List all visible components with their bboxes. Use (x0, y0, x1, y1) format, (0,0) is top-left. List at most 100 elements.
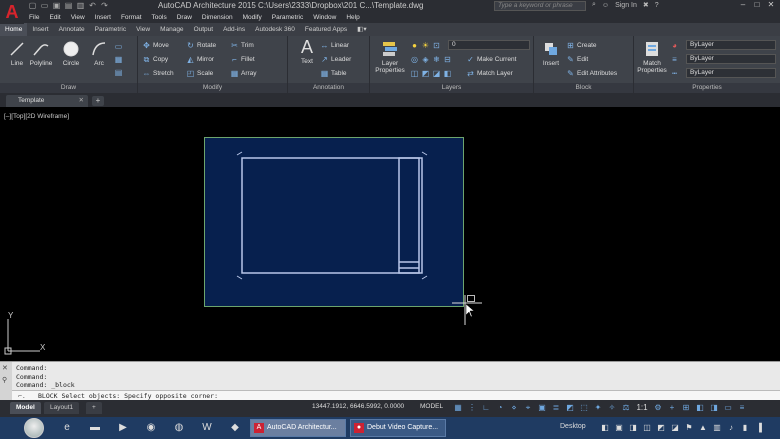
copy-tool[interactable]: ⧉ Copy (142, 53, 169, 65)
file-tab-template[interactable]: Template ✕ (6, 95, 88, 107)
polyline-tool[interactable]: Polyline (26, 40, 56, 67)
save-as-icon[interactable]: ▤ (64, 1, 73, 10)
start-button[interactable] (24, 418, 44, 438)
leader-tool[interactable]: ↗ Leader (320, 53, 351, 65)
tab-layout1[interactable]: Layout1 (44, 402, 80, 414)
tab-manage[interactable]: Manage (155, 23, 189, 36)
sun-icon[interactable]: ☀ (421, 41, 430, 50)
tray-app-icon-4[interactable]: ◫ (642, 422, 652, 434)
layer-dropdown[interactable]: 0 (448, 40, 530, 50)
acrobat-icon[interactable]: ◆ (228, 421, 242, 435)
help-icon[interactable]: ? (655, 2, 659, 9)
customize-command-icon[interactable]: ⚲ (2, 376, 7, 384)
edit-block-tool[interactable]: ✎ Edit (566, 53, 588, 65)
object-snap-icon[interactable]: ▣ (536, 402, 548, 413)
taskbar-autocad[interactable]: A AutoCAD Architectur... (250, 419, 346, 437)
maximize-button[interactable]: □ (750, 0, 764, 9)
close-tab-icon[interactable]: ✕ (79, 95, 84, 107)
command-window-grip[interactable]: ✕ ⚲ (0, 362, 12, 401)
modify-panel-label[interactable]: Modify (138, 83, 287, 93)
layer-properties-tool[interactable]: Layer Properties (372, 40, 408, 74)
chrome-icon[interactable]: ◉ (144, 421, 158, 435)
lineweight-dropdown[interactable]: ByLayer (686, 54, 776, 64)
undo-icon[interactable]: ↶ (88, 1, 97, 10)
menu-draw[interactable]: Draw (172, 12, 197, 23)
menu-edit[interactable]: Edit (44, 12, 65, 23)
tab-parametric[interactable]: Parametric (90, 23, 131, 36)
transparency-icon[interactable]: ◩ (564, 402, 576, 413)
menu-dimension[interactable]: Dimension (197, 12, 238, 23)
user-icon[interactable]: ☺ (602, 2, 609, 9)
taskbar-debut[interactable]: ● Debut Video Capture... (350, 419, 446, 437)
color-dropdown[interactable]: ByLayer (686, 40, 776, 50)
menu-tools[interactable]: Tools (147, 12, 172, 23)
make-current-tool[interactable]: ✓ Make Current (466, 53, 516, 65)
coordinates-readout[interactable]: 13447.1912, 6646.5992, 0.0000 (312, 403, 404, 410)
rotate-tool[interactable]: ↻ Rotate (186, 39, 216, 51)
network-icon[interactable]: ▥ (712, 422, 722, 434)
help-search-input[interactable]: Type a keyword or phrase (494, 1, 586, 11)
trim-tool[interactable]: ✂ Trim (230, 39, 254, 51)
array-tool[interactable]: ▦ Array (230, 67, 257, 79)
lock-icon[interactable]: ⊡ (432, 41, 441, 50)
tab-autodesk-360[interactable]: Autodesk 360 (250, 23, 300, 36)
move-tool[interactable]: ✥ Move (142, 39, 169, 51)
layer-merge-icon[interactable]: ◩ (421, 69, 430, 78)
power-icon[interactable]: ▮ (740, 422, 750, 434)
open-icon[interactable]: ▭ (40, 1, 49, 10)
layer-walk-icon[interactable]: ◫ (410, 69, 419, 78)
new-layout-button[interactable]: + (86, 402, 102, 414)
tab-home[interactable]: Home (0, 23, 28, 36)
volume-icon[interactable]: ♪ (726, 422, 736, 434)
menu-modify[interactable]: Modify (238, 12, 267, 23)
object-snap-tracking-icon[interactable]: ⌖ (522, 402, 534, 413)
linetype-dropdown[interactable]: ByLayer (686, 68, 776, 78)
auto-scale-icon[interactable]: ✧ (606, 402, 618, 413)
workspace-gear-icon[interactable]: ⚙ (652, 402, 664, 413)
menu-view[interactable]: View (66, 12, 90, 23)
tray-app-icon-5[interactable]: ◩ (656, 422, 666, 434)
polar-icon[interactable]: ◔ (494, 402, 506, 413)
layers-panel-label[interactable]: Layers (370, 83, 533, 93)
layer-off-icon[interactable]: ◎ (410, 55, 419, 64)
linear-dimension-tool[interactable]: ↔ Linear (320, 39, 350, 51)
desktop-toolbar-label[interactable]: Desktop (560, 423, 586, 430)
hatch-tool[interactable]: ▦ (114, 53, 123, 65)
plot-icon[interactable]: ▥ (76, 1, 85, 10)
close-button[interactable]: ✕ (764, 0, 778, 9)
menu-parametric[interactable]: Parametric (267, 12, 308, 23)
scale-tool[interactable]: ◰ Scale (186, 67, 214, 79)
annotation-scale-icon[interactable]: ⚖ (620, 402, 632, 413)
internet-explorer-icon[interactable]: e (60, 421, 74, 435)
new-tab-button[interactable]: + (92, 96, 104, 106)
properties-panel-label[interactable]: Properties (634, 83, 780, 93)
rectangle-tool[interactable]: ▭ (114, 40, 123, 52)
menu-format[interactable]: Format (116, 12, 147, 23)
layer-previous-icon[interactable]: ◧ (443, 69, 452, 78)
table-tool[interactable]: ▦ Table (320, 67, 347, 79)
block-panel-label[interactable]: Block (534, 83, 633, 93)
show-desktop-icon[interactable]: ▐ (754, 422, 764, 434)
snap-icon[interactable]: ⋮ (466, 402, 478, 413)
word-icon[interactable]: W (200, 421, 214, 435)
layer-freeze-icon[interactable]: ❄ (432, 55, 441, 64)
isodraft-icon[interactable]: ⋄ (508, 402, 520, 413)
create-block-tool[interactable]: ⊞ Create (566, 39, 596, 51)
model-space-toggle[interactable]: MODEL (420, 403, 443, 410)
match-properties-tool[interactable]: Match Properties (636, 40, 668, 74)
tray-app-icon-1[interactable]: ◧ (600, 422, 610, 434)
folder-icon[interactable]: ▬ (88, 421, 102, 435)
tab-output[interactable]: Output (189, 23, 219, 36)
mirror-tool[interactable]: ◭ Mirror (186, 53, 214, 65)
selection-cycling-icon[interactable]: ⬚ (578, 402, 590, 413)
search-icon[interactable]: ⌕ (592, 1, 596, 9)
redo-icon[interactable]: ↷ (100, 1, 109, 10)
exchange-icon[interactable]: ✖ (643, 1, 649, 9)
media-player-icon[interactable]: ▶ (116, 421, 130, 435)
circle-tool[interactable]: Circle (56, 40, 86, 67)
layer-delete-icon[interactable]: ◪ (432, 69, 441, 78)
menu-help[interactable]: Help (341, 12, 364, 23)
tray-app-icon-2[interactable]: ▣ (614, 422, 624, 434)
lightbulb-icon[interactable]: ● (410, 41, 419, 50)
customization-icon[interactable]: ≡ (736, 402, 748, 413)
